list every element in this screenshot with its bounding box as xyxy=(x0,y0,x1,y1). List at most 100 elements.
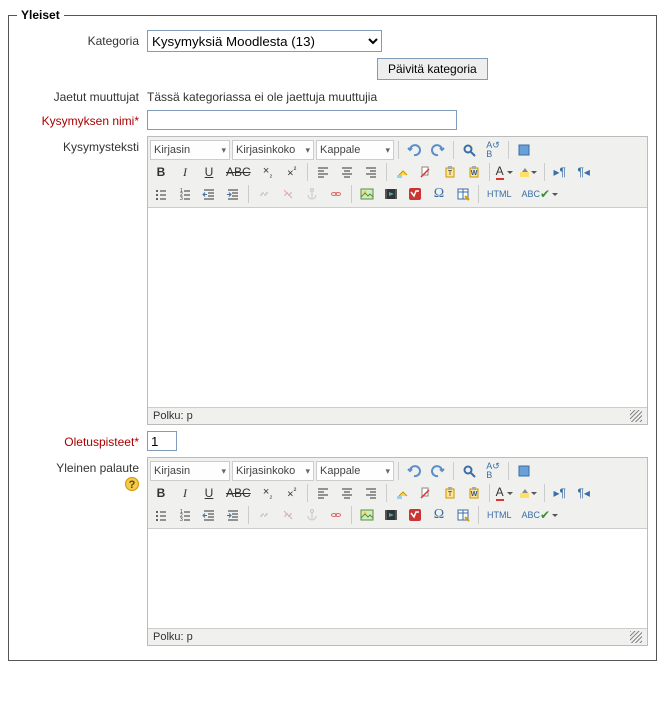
undo-button[interactable] xyxy=(403,461,425,481)
svg-text:W: W xyxy=(470,170,477,177)
rtl-button[interactable]: ¶◂ xyxy=(573,162,595,182)
media-button[interactable] xyxy=(380,505,402,525)
font-size-select[interactable]: Kirjasinkoko▾ xyxy=(232,140,314,160)
media-button[interactable] xyxy=(380,184,402,204)
underline-button[interactable]: U xyxy=(198,162,220,182)
indent-button[interactable] xyxy=(222,184,244,204)
rtl-button[interactable]: ¶◂ xyxy=(573,483,595,503)
paste-text-button[interactable]: T xyxy=(439,162,461,182)
undo-button[interactable] xyxy=(403,140,425,160)
unlink-button[interactable] xyxy=(277,505,299,525)
redo-button[interactable] xyxy=(427,140,449,160)
question-text-body[interactable] xyxy=(148,207,647,407)
subscript-button[interactable]: ×₂ xyxy=(257,162,279,182)
font-size-select[interactable]: Kirjasinkoko▾ xyxy=(232,461,314,481)
outdent-button[interactable] xyxy=(198,505,220,525)
image-button[interactable] xyxy=(356,505,378,525)
ltr-button[interactable]: ▸¶ xyxy=(549,483,571,503)
editor-toolbar: Kirjasin▾ Kirjasinkoko▾ Kappale▾ A↺B xyxy=(148,458,647,528)
paste-word-button[interactable]: W xyxy=(463,162,485,182)
number-list-button[interactable]: 123 xyxy=(174,505,196,525)
align-left-button[interactable] xyxy=(312,162,334,182)
strikethrough-button[interactable]: ABC xyxy=(222,162,255,182)
update-category-button[interactable]: Päivitä kategoria xyxy=(377,58,488,80)
editor-path: Polku: p xyxy=(153,410,193,422)
superscript-button[interactable]: ×² xyxy=(281,162,303,182)
equation-button[interactable] xyxy=(404,184,426,204)
text-color-button[interactable]: A xyxy=(494,162,516,182)
question-text-editor: Kirjasin▾ Kirjasinkoko▾ Kappale▾ A↺B xyxy=(147,136,648,425)
cleanup-button[interactable] xyxy=(391,483,413,503)
text-color-button[interactable]: A xyxy=(494,483,516,503)
fullscreen-button[interactable] xyxy=(513,140,535,160)
paste-text-button[interactable]: T xyxy=(439,483,461,503)
svg-text:T: T xyxy=(448,170,453,177)
replace-button[interactable]: A↺B xyxy=(482,461,504,481)
charmap-button[interactable]: Ω xyxy=(428,184,450,204)
spellcheck-button[interactable]: ABC✔ xyxy=(518,505,562,525)
label-question-text: Kysymysteksti xyxy=(17,136,147,154)
table-button[interactable] xyxy=(452,184,474,204)
svg-text:T: T xyxy=(448,491,453,498)
bold-button[interactable]: B xyxy=(150,483,172,503)
anchor-button[interactable] xyxy=(301,184,323,204)
align-center-button[interactable] xyxy=(336,483,358,503)
link-button[interactable] xyxy=(253,505,275,525)
equation-button[interactable] xyxy=(404,505,426,525)
align-right-button[interactable] xyxy=(360,483,382,503)
font-family-select[interactable]: Kirjasin▾ xyxy=(150,461,230,481)
format-select[interactable]: Kappale▾ xyxy=(316,140,394,160)
cleanup-button[interactable] xyxy=(391,162,413,182)
help-icon[interactable]: ? xyxy=(125,477,139,491)
bullet-list-button[interactable] xyxy=(150,184,172,204)
underline-button[interactable]: U xyxy=(198,483,220,503)
html-button[interactable]: HTML xyxy=(483,505,516,525)
image-button[interactable] xyxy=(356,184,378,204)
remove-format-button[interactable] xyxy=(415,483,437,503)
default-mark-input[interactable] xyxy=(147,431,177,451)
italic-button[interactable]: I xyxy=(174,162,196,182)
bg-color-button[interactable] xyxy=(518,162,540,182)
bold-button[interactable]: B xyxy=(150,162,172,182)
find-button[interactable] xyxy=(458,140,480,160)
nolink-button[interactable] xyxy=(325,505,347,525)
format-select[interactable]: Kappale▾ xyxy=(316,461,394,481)
replace-button[interactable]: A↺B xyxy=(482,140,504,160)
paste-word-button[interactable]: W xyxy=(463,483,485,503)
table-button[interactable] xyxy=(452,505,474,525)
category-select[interactable]: Kysymyksiä Moodlesta (13) xyxy=(147,30,382,52)
charmap-button[interactable]: Ω xyxy=(428,505,450,525)
anchor-button[interactable] xyxy=(301,505,323,525)
spellcheck-button[interactable]: ABC✔ xyxy=(518,184,562,204)
label-category: Kategoria xyxy=(17,30,147,48)
strikethrough-button[interactable]: ABC xyxy=(222,483,255,503)
bg-color-button[interactable] xyxy=(518,483,540,503)
align-left-button[interactable] xyxy=(312,483,334,503)
find-button[interactable] xyxy=(458,461,480,481)
svg-text:W: W xyxy=(470,491,477,498)
nolink-button[interactable] xyxy=(325,184,347,204)
font-family-select[interactable]: Kirjasin▾ xyxy=(150,140,230,160)
resize-handle[interactable] xyxy=(630,410,642,422)
remove-format-button[interactable] xyxy=(415,162,437,182)
align-center-button[interactable] xyxy=(336,162,358,182)
general-feedback-body[interactable] xyxy=(148,528,647,628)
bullet-list-button[interactable] xyxy=(150,505,172,525)
resize-handle[interactable] xyxy=(630,631,642,643)
superscript-button[interactable]: ×² xyxy=(281,483,303,503)
italic-button[interactable]: I xyxy=(174,483,196,503)
link-button[interactable] xyxy=(253,184,275,204)
ltr-button[interactable]: ▸¶ xyxy=(549,162,571,182)
align-right-button[interactable] xyxy=(360,162,382,182)
fieldset-legend: Yleiset xyxy=(17,8,64,22)
indent-button[interactable] xyxy=(222,505,244,525)
html-button[interactable]: HTML xyxy=(483,184,516,204)
number-list-button[interactable]: 123 xyxy=(174,184,196,204)
outdent-button[interactable] xyxy=(198,184,220,204)
fullscreen-button[interactable] xyxy=(513,461,535,481)
redo-button[interactable] xyxy=(427,461,449,481)
editor-path: Polku: p xyxy=(153,631,193,643)
question-name-input[interactable] xyxy=(147,110,457,130)
unlink-button[interactable] xyxy=(277,184,299,204)
subscript-button[interactable]: ×₂ xyxy=(257,483,279,503)
